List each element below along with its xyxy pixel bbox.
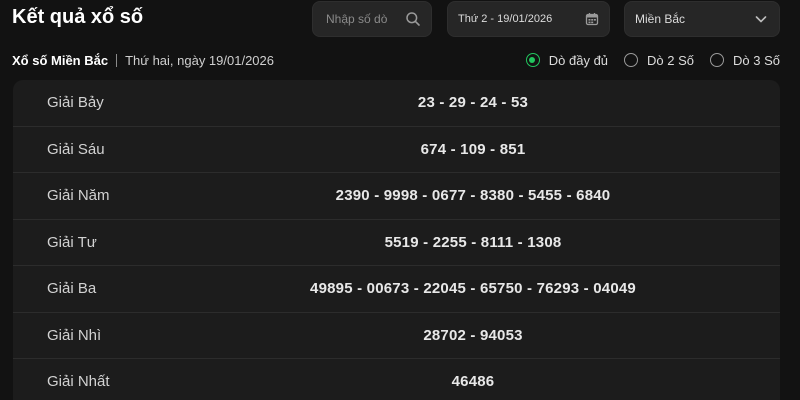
radio-label: Dò 2 Số <box>647 52 695 68</box>
region-value: Miền Bắc <box>635 12 686 26</box>
table-row: Giải Năm 2390 - 9998 - 0677 - 8380 - 545… <box>13 173 780 220</box>
page-title: Kết quả xổ số <box>12 6 144 28</box>
prize-name: Giải Năm <box>47 187 110 205</box>
divider <box>116 53 118 67</box>
prize-numbers: 46486 <box>451 373 495 391</box>
search-box[interactable] <box>312 1 432 37</box>
results-table: Giải Bảy 23 - 29 - 24 - 53 Giải Sáu 674 … <box>13 80 780 400</box>
draw-date: Thứ hai, ngày 19/01/2026 <box>125 52 275 68</box>
radio-full-check[interactable]: Dò đầy đủ <box>525 52 609 68</box>
table-row: Giải Tư 5519 - 2255 - 8111 - 1308 <box>13 220 780 266</box>
calendar-icon[interactable] <box>585 12 599 26</box>
prize-numbers: 2390 - 9998 - 0677 - 8380 - 5455 - 6840 <box>335 187 611 205</box>
date-value: Thứ 2 - 19/01/2026 <box>458 13 553 25</box>
prize-name: Giải Ba <box>47 280 97 298</box>
table-row: Giải Nhất 46486 <box>13 359 780 400</box>
table-row: Giải Nhì 28702 - 94053 <box>13 313 780 359</box>
table-row: Giải Bảy 23 - 29 - 24 - 53 <box>13 80 780 127</box>
radio-unselected-icon[interactable] <box>710 53 725 67</box>
radio-label: Dò đầy đủ <box>548 52 609 68</box>
prize-name: Giải Nhì <box>47 326 102 344</box>
table-row: Giải Sáu 674 - 109 - 851 <box>13 127 780 173</box>
prize-name: Giải Sáu <box>47 140 105 158</box>
radio-3-digits[interactable]: Dò 3 Số <box>710 53 780 68</box>
radio-2-digits[interactable]: Dò 2 Số <box>624 53 694 68</box>
region-title: Xổ số Miền Bắc <box>12 52 109 68</box>
prize-numbers: 23 - 29 - 24 - 53 <box>417 94 529 112</box>
search-input[interactable] <box>326 12 405 26</box>
search-icon[interactable] <box>405 11 421 27</box>
prize-name: Giải Bảy <box>47 94 104 112</box>
prize-numbers: 49895 - 00673 - 22045 - 65750 - 76293 - … <box>310 280 636 298</box>
prize-numbers: 28702 - 94053 <box>423 326 523 344</box>
prize-name: Giải Tư <box>47 233 97 251</box>
results-subheader: Xổ số Miền Bắc Thứ hai, ngày 19/01/2026 <box>12 51 274 69</box>
table-row: Giải Ba 49895 - 00673 - 22045 - 65750 - … <box>13 266 780 313</box>
radio-unselected-icon[interactable] <box>624 53 639 67</box>
check-mode-group: Dò đầy đủ Dò 2 Số Dò 3 Số <box>525 51 780 69</box>
date-picker[interactable]: Thứ 2 - 19/01/2026 <box>447 1 610 37</box>
chevron-down-icon[interactable] <box>755 13 767 25</box>
prize-name: Giải Nhất <box>47 373 110 391</box>
prize-numbers: 674 - 109 - 851 <box>420 140 526 158</box>
radio-selected-icon[interactable] <box>525 53 540 67</box>
prize-numbers: 5519 - 2255 - 8111 - 1308 <box>384 233 562 251</box>
region-select[interactable]: Miền Bắc <box>624 1 780 37</box>
radio-label: Dò 3 Số <box>733 52 780 68</box>
lottery-results-page: Kết quả xổ số Thứ 2 - 19/01/2026 <box>0 0 800 400</box>
